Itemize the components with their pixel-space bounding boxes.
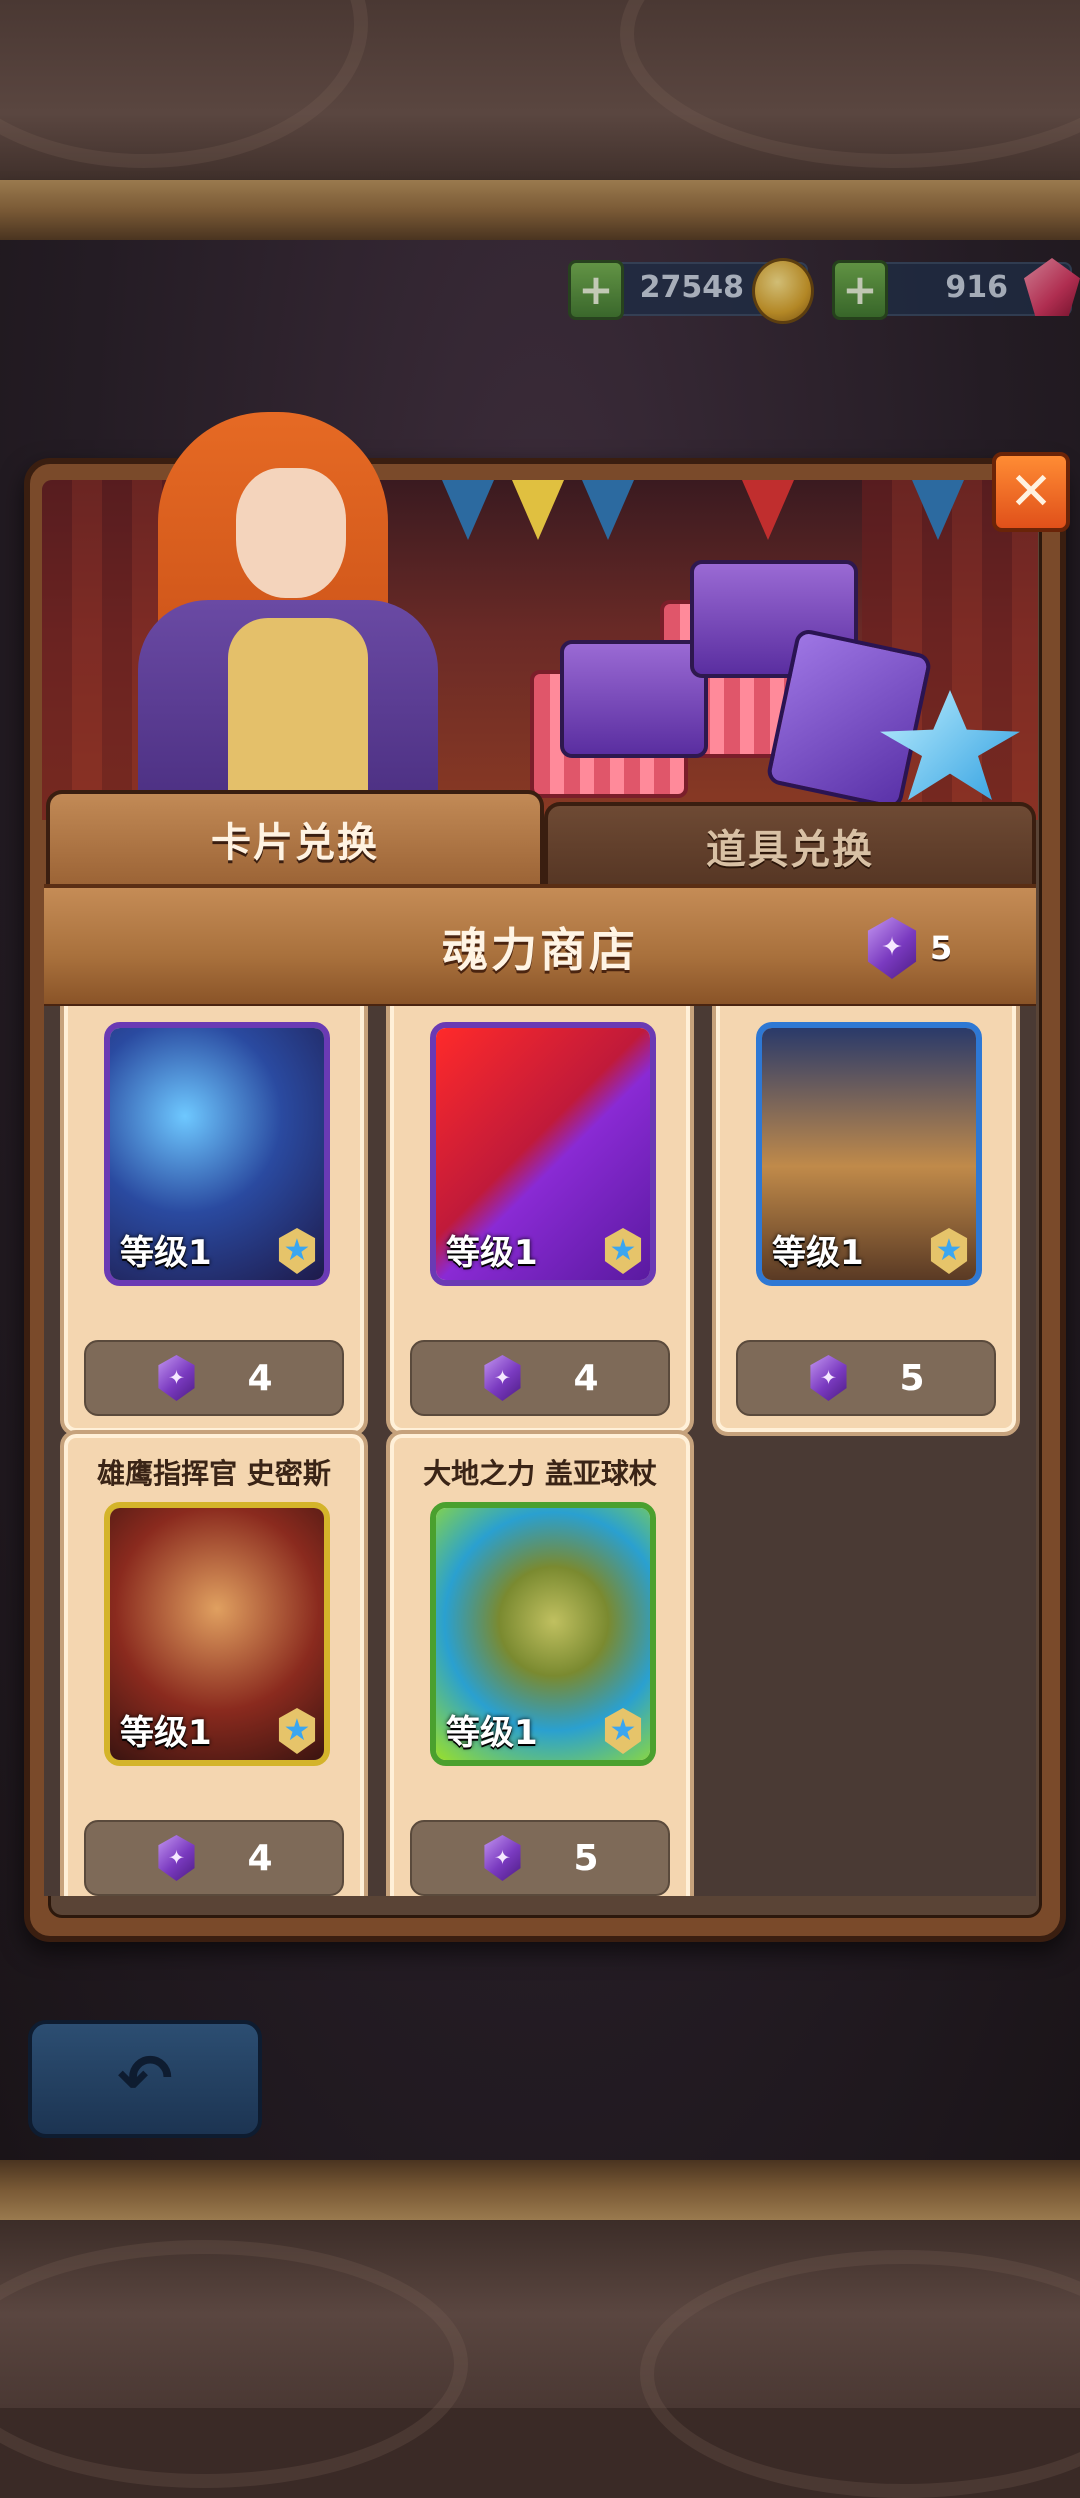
item-card: 等级1 ★ [430,1502,656,1766]
item-price: 4 [573,1357,599,1399]
item-name: 雄鹰指挥官 史密斯 [97,1457,331,1490]
item-name: 大地之力 盖亚球杖 [423,1457,657,1490]
buy-button[interactable]: 4 [84,1340,344,1416]
gold-counter: + 27548 [568,258,814,324]
soul-gem-icon [810,1355,847,1401]
item-card: 等级1 ★ [756,1022,982,1286]
item-card: 等级1 ★ [430,1022,656,1286]
shop-item[interactable]: 等级1 ★ 5 [712,1006,1020,1436]
close-icon: ✕ [1009,462,1053,522]
item-price: 5 [899,1357,925,1399]
buy-button[interactable]: 5 [410,1820,670,1896]
item-price: 4 [247,1357,273,1399]
buy-button[interactable]: 4 [84,1820,344,1896]
shop-item[interactable]: 大地之力 盖亚球杖 等级1 ★ 5 [386,1430,694,1896]
top-frame-trim [0,180,1080,240]
character-bodice [228,618,368,818]
bunting-flag [912,480,964,540]
soul-gem-icon [158,1835,195,1881]
shop-item[interactable]: 雄鹰指挥官 史密斯 等级1 ★ 4 [60,1430,368,1896]
star-icon: ★ [609,1713,637,1748]
card-level: 等级1 [446,1233,538,1273]
soul-gem-icon [484,1355,521,1401]
buy-button[interactable]: 4 [410,1340,670,1416]
character-face [236,468,346,598]
bunting-flag [742,480,794,540]
close-button[interactable]: ✕ [992,452,1070,532]
back-arrow-icon: ↶ [117,2040,173,2117]
item-grid: 等级1 ★ 4 等级1 ★ 4 等级1 ★ 5 雄鹰指 [44,1006,1036,1896]
buy-button[interactable]: 5 [736,1340,996,1416]
soul-balance: 5 [864,917,953,979]
gem-amount: 916 [945,270,1008,305]
soul-gem-icon [484,1835,521,1881]
card-level: 等级1 [446,1713,538,1753]
item-price: 5 [573,1837,599,1879]
add-gold-button[interactable]: + [568,260,624,320]
star-icon: ★ [609,1233,637,1268]
soul-balance-amount: 5 [930,929,953,967]
shop-item[interactable]: 等级1 ★ 4 [386,1006,694,1436]
star-icon: ★ [283,1233,311,1268]
tab-item-exchange[interactable]: 道具兑换 [544,802,1036,886]
gold-coin-icon [752,258,814,324]
item-card: 等级1 ★ [104,1502,330,1766]
shopkeeper-character [118,400,498,820]
shop-title-bar: 魂力商店 5 [44,884,1036,1010]
gold-amount: 27548 [639,270,744,305]
ruby-gem-icon [1024,258,1080,316]
item-price: 4 [247,1837,273,1879]
bottom-frame-trim [0,2160,1080,2220]
add-gems-button[interactable]: + [832,260,888,320]
soul-gem-icon [158,1355,195,1401]
bunting-flag [512,480,564,540]
card-level: 等级1 [120,1233,212,1273]
plus-icon: + [578,265,614,314]
soul-gem-icon [867,917,917,979]
bunting-flag [582,480,634,540]
card-level: 等级1 [120,1713,212,1753]
card-level: 等级1 [772,1233,864,1273]
gem-counter: + 916 [832,258,1080,320]
tab-card-exchange[interactable]: 卡片兑换 [46,790,544,884]
star-icon: ★ [283,1713,311,1748]
shop-item[interactable]: 等级1 ★ 4 [60,1006,368,1436]
item-card: 等级1 ★ [104,1022,330,1286]
star-icon: ★ [935,1233,963,1268]
card-chest-decor [560,640,708,758]
plus-icon: + [842,265,878,314]
back-button[interactable]: ↶ [28,2020,262,2138]
